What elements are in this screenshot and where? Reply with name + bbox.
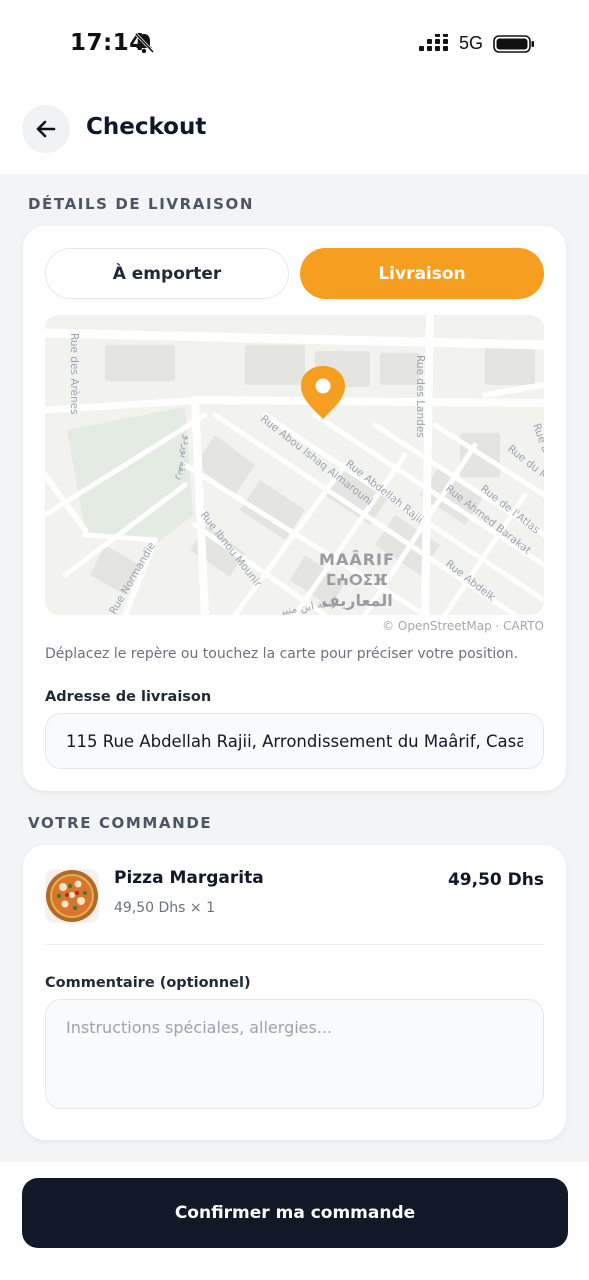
pickup-toggle-button[interactable]: À emporter: [45, 248, 289, 299]
page-title: Checkout: [86, 114, 207, 140]
bell-muted-icon: [134, 32, 154, 54]
footer: Confirmer ma commande: [0, 1162, 589, 1280]
street-label: Rue des Arènes: [68, 333, 80, 415]
confirm-order-button[interactable]: Confirmer ma commande: [22, 1178, 568, 1248]
battery-icon: [493, 34, 534, 53]
arrow-left-icon: [36, 120, 56, 138]
address-label: Adresse de livraison: [45, 689, 212, 705]
park-area: [67, 407, 193, 543]
district-label-latin: MAÂRIF: [319, 550, 395, 569]
delivery-map[interactable]: Rue des Arènes Rue des Landes Rue Abou I…: [45, 315, 544, 615]
district-label-arabic: المعاريف: [321, 591, 393, 610]
street-label: Rue des Landes: [414, 355, 426, 438]
page-header: Checkout: [0, 88, 589, 174]
map-hint-text: Déplacez le repère ou touchez la carte p…: [45, 646, 519, 662]
delivery-section-label: DÉTAILS DE LIVRAISON: [28, 195, 255, 213]
map-attribution: © OpenStreetMap · CARTO: [382, 619, 544, 633]
status-right: 5G: [418, 33, 535, 54]
address-input[interactable]: [45, 713, 544, 769]
map-canvas[interactable]: Rue des Arènes Rue des Landes Rue Abou I…: [45, 315, 544, 615]
signal-icon: [418, 33, 448, 51]
delivery-toggle-button[interactable]: Livraison: [300, 248, 544, 299]
comment-label: Commentaire (optionnel): [45, 975, 251, 991]
comment-textarea[interactable]: [45, 999, 544, 1109]
back-button[interactable]: [22, 105, 70, 153]
item-name: Pizza Margarita: [114, 868, 264, 888]
district-label-tifinagh: ⵎⵄⵔⵉⴼ: [326, 571, 388, 589]
status-bar: 17:14 5G: [0, 0, 589, 88]
pizza-image: [45, 869, 99, 923]
order-section-label: VOTRE COMMANDE: [28, 814, 213, 832]
order-card: Pizza Margarita 49,50 Dhs × 1 49,50 Dhs …: [23, 845, 566, 1140]
network-label: 5G: [458, 33, 483, 53]
delivery-card: À emporter Livraison Rue des Arènes Rue …: [23, 226, 566, 791]
divider: [45, 944, 544, 945]
item-price: 49,50 Dhs: [447, 870, 544, 890]
item-unit-line: 49,50 Dhs × 1: [114, 900, 216, 916]
